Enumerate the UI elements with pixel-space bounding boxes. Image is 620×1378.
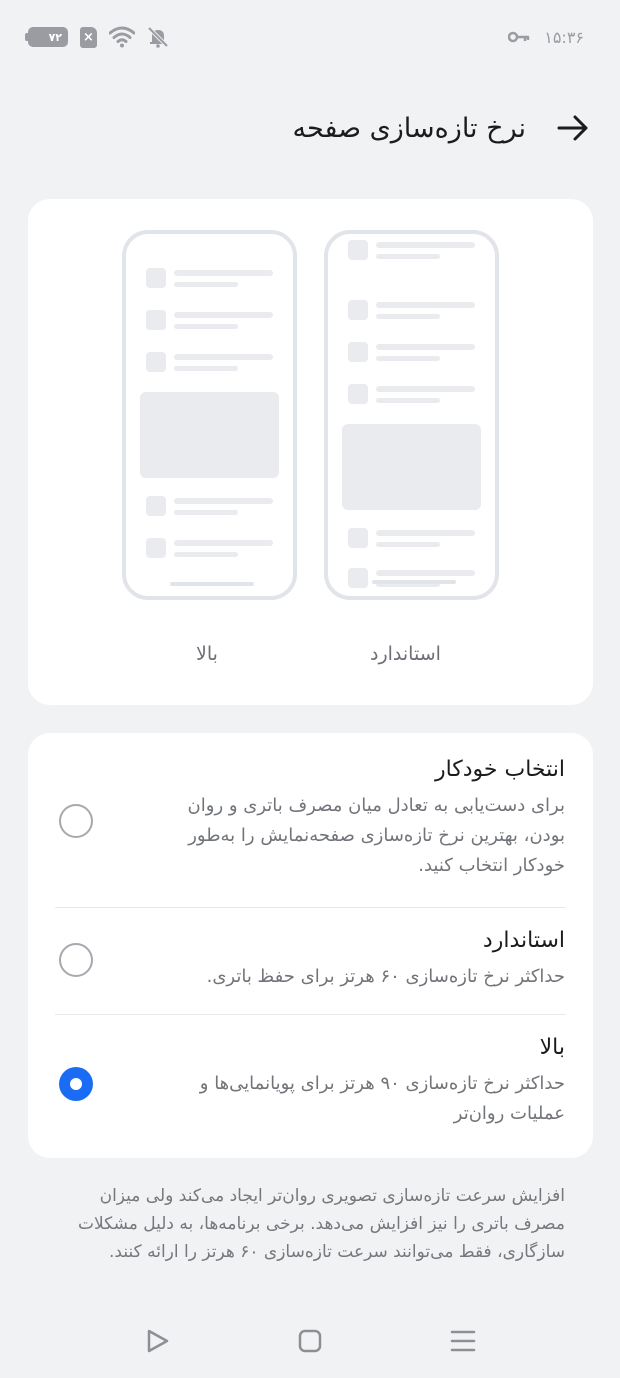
page-title: نرخ تازه‌سازی صفحه (292, 112, 526, 144)
status-bar: ۷۲ × ۱۵:۳۶ (0, 0, 620, 74)
footnote: افزایش سرعت تازه‌سازی تصویری روان‌تر ایج… (55, 1182, 565, 1266)
status-left: ۷۲ × (25, 26, 169, 48)
back-icon[interactable] (142, 1326, 172, 1356)
wifi-icon (109, 26, 135, 48)
description-line: برای دست‌یابی به تعادل میان مصرف باتری و… (187, 795, 565, 816)
phone-preview-high (122, 230, 297, 600)
option-high[interactable]: بالا حداکثر نرخ تازه‌سازی ۹۰ هرتز برای پ… (28, 1015, 593, 1158)
radio-high[interactable] (59, 1067, 93, 1101)
radio-auto[interactable] (59, 804, 93, 838)
option-auto-title: انتخاب خودکار (434, 757, 565, 782)
description-line: خودکار انتخاب کنید. (418, 855, 565, 876)
option-standard-text: استاندارد حداکثر نرخ تازه‌سازی ۶۰ هرتز ب… (207, 926, 565, 992)
preview-row (348, 528, 475, 550)
option-high-text: بالا حداکثر نرخ تازه‌سازی ۹۰ هرتز برای پ… (200, 1033, 565, 1129)
option-auto-description: برای دست‌یابی به تعادل میان مصرف باتری و… (188, 791, 565, 881)
option-standard-title: استاندارد (482, 928, 565, 953)
option-high-title: بالا (539, 1035, 565, 1060)
status-right: ۱۵:۳۶ (508, 28, 584, 47)
key-icon (508, 31, 530, 43)
battery-icon: ۷۲ (25, 27, 68, 47)
bell-muted-icon (147, 26, 169, 48)
arrow-back-icon[interactable] (556, 111, 590, 145)
options-card: انتخاب خودکار برای دست‌یابی به تعادل میا… (28, 733, 593, 1158)
option-high-description: حداکثر نرخ تازه‌سازی ۹۰ هرتز برای پویانم… (200, 1069, 565, 1129)
radio-standard[interactable] (59, 943, 93, 977)
preview-row (348, 384, 475, 406)
preview-row (348, 568, 475, 590)
preview-home-bar (170, 582, 254, 586)
preview-label-high: بالا (196, 643, 218, 665)
preview-card: بالا استاندارد (28, 199, 593, 705)
footnote-line: مصرف باتری را نیز افزایش می‌دهد. برخی بر… (78, 1214, 565, 1234)
footnote-line: افزایش سرعت تازه‌سازی تصویری روان‌تر ایج… (99, 1186, 565, 1206)
description-line: بودن، بهترین نرخ تازه‌سازی صفحه‌نمایش را… (188, 825, 565, 846)
sim-icon: × (80, 26, 97, 48)
battery-level: ۷۲ (48, 30, 62, 44)
preview-block (342, 424, 481, 510)
footnote-line: سازگاری، فقط می‌توانند سرعت تازه‌سازی ۶۰… (109, 1242, 565, 1262)
option-auto-text: انتخاب خودکار برای دست‌یابی به تعادل میا… (188, 755, 565, 881)
header: نرخ تازه‌سازی صفحه (0, 100, 620, 156)
description-line: عملیات روان‌تر (453, 1103, 565, 1124)
preview-row (146, 268, 273, 290)
option-standard[interactable]: استاندارد حداکثر نرخ تازه‌سازی ۶۰ هرتز ب… (28, 908, 593, 1014)
option-auto[interactable]: انتخاب خودکار برای دست‌یابی به تعادل میا… (28, 733, 593, 907)
preview-row (146, 310, 273, 332)
description-line: حداکثر نرخ تازه‌سازی ۹۰ هرتز برای پویانم… (199, 1073, 565, 1094)
navigation-bar (0, 1310, 620, 1370)
preview-row (146, 538, 273, 560)
preview-block (140, 392, 279, 478)
option-standard-description: حداکثر نرخ تازه‌سازی ۶۰ هرتز برای حفظ با… (207, 962, 565, 992)
clock: ۱۵:۳۶ (544, 27, 584, 47)
description-line: حداکثر نرخ تازه‌سازی ۶۰ هرتز برای حفظ با… (206, 966, 565, 987)
preview-row (146, 496, 273, 518)
preview-row (348, 300, 475, 322)
home-icon[interactable] (295, 1326, 325, 1356)
phone-preview-standard (324, 230, 499, 600)
preview-row (348, 240, 475, 262)
menu-icon[interactable] (448, 1326, 478, 1356)
preview-row (146, 352, 273, 374)
preview-row (348, 342, 475, 364)
preview-home-bar (372, 580, 456, 584)
preview-label-standard: استاندارد (370, 643, 441, 665)
